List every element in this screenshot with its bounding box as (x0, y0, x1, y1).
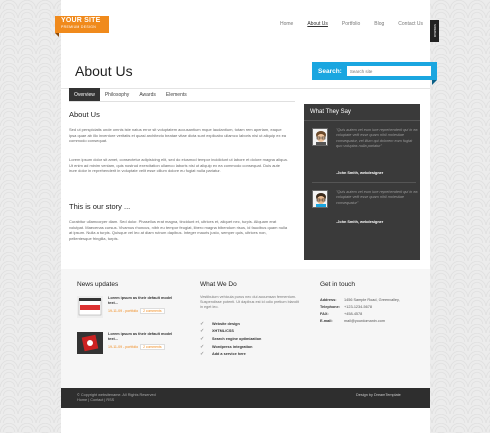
check-icon: ✓ (200, 328, 205, 335)
service-item: ✓ Add a service here (200, 350, 261, 358)
contact-row: FAX: +458-4578 (320, 310, 400, 317)
testimonial-quote: "Quis autem vel eum iure reprehenderit q… (336, 190, 418, 205)
contact-key: E-mail: (320, 319, 333, 324)
side-tab[interactable]: SIDEBAR (430, 20, 439, 42)
nav-about-us[interactable]: About Us (307, 21, 328, 27)
check-icon: ✓ (200, 335, 205, 342)
service-label: Add a service here (212, 352, 246, 357)
service-item: ✓ Website design (200, 320, 261, 328)
story-heading: This is our story ... (69, 202, 131, 211)
contact-heading: Get in touch (320, 281, 356, 288)
page-title: About Us (75, 63, 133, 79)
tab-overview[interactable]: Overview (69, 88, 100, 102)
contact-key: Telephone: (320, 304, 340, 309)
tab-elements[interactable]: Elements (161, 88, 192, 102)
main-nav: Home About Us Portfolio Blog Contact Us (280, 21, 437, 27)
what-we-do-text: Vestibulum vehicula purus nec dui accums… (200, 295, 299, 309)
search-input[interactable] (346, 66, 431, 76)
search-bar: Search: (312, 62, 437, 85)
news-date: 19-11-09 - portfolio (108, 309, 139, 313)
design-credit[interactable]: Design by DreamTemplate (356, 393, 401, 397)
news-date: 19-11-09 - portfolio (108, 345, 139, 349)
testimonial-author: -John Smith, webdesigner (336, 220, 384, 224)
testimonial-item: "Quis autem vel eum iure reprehenderit q… (312, 190, 418, 226)
search-label: Search: (318, 67, 342, 75)
service-label: Wordpress integration (212, 344, 253, 349)
check-icon: ✓ (200, 343, 205, 350)
about-heading: About Us (69, 110, 100, 119)
what-we-do-heading: What We Do (200, 281, 237, 288)
testimonials-panel: What They Say "Quis autem vel eum iure r… (304, 104, 420, 260)
nav-contact-us[interactable]: Contact Us (398, 21, 423, 27)
contact-key: Address: (320, 297, 337, 302)
contact-key: FAX: (320, 311, 329, 316)
contact-row: Address: 1456 Sample Road, Greenvalley, (320, 296, 400, 303)
contact-row: Telephone: +123-1234-5678 (320, 303, 400, 310)
testimonial-divider (312, 182, 416, 183)
nav-portfolio[interactable]: Portfolio (342, 21, 360, 27)
services-list: ✓ Website design ✓ XHTML/CSS ✓ Search engin… (200, 320, 261, 358)
check-icon: ✓ (200, 351, 205, 358)
news-item[interactable]: Lorem ipsum as their default model text.… (77, 332, 192, 356)
about-paragraph-2: Lorem ipsum dolor sit amet, consectetur … (69, 157, 288, 174)
avatar (312, 190, 328, 208)
avatar (312, 128, 328, 146)
contact-value: +123-1234-5678 (344, 304, 372, 309)
contact-value: +458-4578 (344, 311, 363, 316)
comments-badge[interactable]: 2 comments (140, 344, 165, 350)
logo-title: YOUR SITE (61, 17, 101, 24)
service-item: ✓ XHTML/CSS (200, 328, 261, 336)
copyright: © Copyright websitename. All Rights Rese… (77, 393, 156, 403)
story-paragraph: Curabitur ullamcorper diam. Sed dolor. P… (69, 219, 288, 241)
about-paragraph-1: Sed ut perspiciatis unde omnis iste natu… (69, 127, 287, 144)
contact-info: Address: 1456 Sample Road, Greenvalley, T… (320, 296, 400, 325)
service-label: XHTML/CSS (212, 329, 234, 334)
tab-philosophy[interactable]: Philosophy (100, 88, 134, 102)
service-label: Website design (212, 321, 240, 326)
news-meta: 19-11-09 - portfolio 2 comments (108, 308, 165, 314)
tab-awards[interactable]: Awards (134, 88, 161, 102)
news-title[interactable]: Lorem ipsum as their default model text.… (108, 332, 178, 342)
contact-row: E-mail: mail@yourdomanin.com (320, 318, 400, 325)
nav-blog[interactable]: Blog (374, 21, 384, 27)
testimonial-item: "Quis autem vel eum iure reprehenderit q… (312, 128, 418, 178)
nav-home[interactable]: Home (280, 21, 293, 27)
contact-value[interactable]: mail@yourdomanin.com (344, 319, 385, 323)
news-title[interactable]: Lorem ipsum as their default model text.… (108, 296, 178, 306)
content-tabs: Overview Philosophy Awards Elements (69, 88, 192, 102)
news-heading: News updates (77, 281, 119, 288)
testimonials-title: What They Say (304, 104, 420, 121)
news-meta: 19-11-09 - portfolio 2 comments (108, 344, 165, 350)
news-thumbnail[interactable] (77, 296, 103, 318)
comments-badge[interactable]: 2 comments (140, 308, 165, 314)
check-icon: ✓ (200, 320, 205, 327)
logo-subtitle: PREMIUM DESIGN (61, 25, 97, 29)
tabs-underline (69, 101, 295, 102)
site-logo[interactable]: YOUR SITE PREMIUM DESIGN (55, 16, 109, 37)
service-item: ✓ Wordpress integration (200, 343, 261, 351)
service-item: ✓ Search engine optimization (200, 335, 261, 343)
testimonial-quote: "Quis autem vel eum iure reprehenderit q… (336, 128, 418, 149)
news-item[interactable]: Lorem ipsum as their default model text.… (77, 296, 192, 320)
testimonial-author: -John Smith, webdesigner (336, 171, 384, 175)
news-thumbnail[interactable] (77, 332, 103, 354)
service-label: Search engine optimization (212, 336, 262, 341)
footer-links[interactable]: Home | Contact | RSS (77, 398, 156, 403)
contact-value: 1456 Sample Road, Greenvalley, (344, 297, 400, 302)
